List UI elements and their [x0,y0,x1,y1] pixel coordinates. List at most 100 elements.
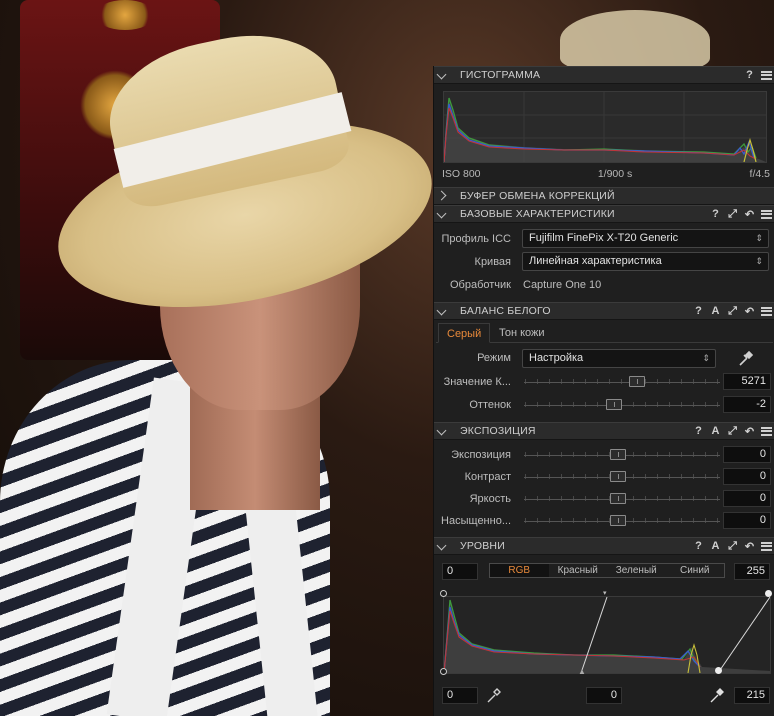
reset-icon[interactable]: ↶ [741,425,758,438]
wb-mode-select[interactable]: Настройка ⇕ [522,349,716,368]
reset-icon[interactable]: ↶ [741,208,758,221]
histogram-graph [443,91,767,163]
levels-output-high-handle[interactable] [715,667,722,674]
saturation-label: Насыщенно... [441,515,511,527]
updown-arrows-icon: ⇕ [755,256,763,266]
wb-mode-label: Режим [477,352,511,364]
help-icon[interactable]: ? [707,208,724,220]
chevron-down-icon[interactable] [438,541,452,551]
black-point-picker-icon[interactable] [484,685,504,705]
levels-input-low-handle[interactable] [440,590,447,597]
section-title: БАЛАНС БЕЛОГО [460,305,551,317]
saturation-slider-knob[interactable] [610,515,626,526]
menu-icon[interactable] [758,208,774,220]
wb-mode-value: Настройка [529,352,584,364]
exposure-header[interactable]: ЭКСПОЗИЦИЯ ? A ⤢ ↶ [434,422,774,440]
photo-background-hat [560,10,710,70]
reset-icon[interactable]: ↶ [741,305,758,318]
base-characteristics-header[interactable]: БАЗОВЫЕ ХАРАКТЕРИСТИКИ ? ⤢ ↶ [434,205,774,223]
menu-icon[interactable] [758,425,774,437]
tint-label: Оттенок [469,399,511,411]
exposure-value[interactable]: 0 [723,446,771,463]
tint-slider[interactable] [524,405,720,406]
tint-slider-knob[interactable] [606,399,622,410]
white-point-picker-icon[interactable] [707,685,727,705]
levels-output-low-handle[interactable] [440,668,447,675]
clipboard-header[interactable]: БУФЕР ОБМЕНА КОРРЕКЦИЙ [434,187,774,205]
kelvin-value[interactable]: 5271 [723,373,771,390]
wb-tabs: Серый Тон кожи [436,323,773,343]
icc-profile-label: Профиль ICC [441,233,512,245]
channel-red[interactable]: Красный [549,564,608,577]
channel-rgb[interactable]: RGB [490,564,549,577]
expand-icon[interactable]: ⤢ [724,425,741,438]
help-icon[interactable]: ? [690,425,707,437]
help-icon[interactable]: ? [690,540,707,552]
exif-readout: ISO 800 1/900 s f/4.5 [442,168,770,180]
levels-channel-selector: RGB Красный Зеленый Синий [489,563,725,578]
levels-input-low[interactable]: 0 [442,563,478,580]
tab-gray[interactable]: Серый [438,323,491,343]
contrast-label: Контраст [464,471,511,483]
levels-graph[interactable] [443,596,771,674]
chevron-right-icon[interactable] [438,191,452,201]
photo-lamp [95,0,155,30]
curve-label: Кривая [474,256,511,268]
auto-icon[interactable]: A [707,540,724,552]
chevron-down-icon[interactable] [438,70,452,80]
section-title: ГИСТОГРАММА [460,69,541,81]
curve-value: Линейная характеристика [529,255,662,267]
levels-header[interactable]: УРОВНИ ? A ⤢ ↶ [434,537,774,555]
icc-profile-value: Fujifilm FinePix X-T20 Generic [529,232,679,244]
chevron-down-icon[interactable] [438,209,452,219]
levels-input-high-handle[interactable] [765,590,772,597]
white-balance-header[interactable]: БАЛАНС БЕЛОГО ? A ⤢ ↶ [434,302,774,320]
chevron-down-icon[interactable] [438,306,452,316]
help-icon[interactable]: ? [741,69,758,81]
levels-input-high[interactable]: 255 [734,563,770,580]
expand-icon[interactable]: ⤢ [724,305,741,318]
expand-icon[interactable]: ⤢ [724,540,741,553]
exposure-slider-knob[interactable] [610,449,626,460]
brightness-slider-knob[interactable] [610,493,626,504]
menu-icon[interactable] [758,540,774,552]
contrast-slider-knob[interactable] [610,471,626,482]
kelvin-label: Значение К... [443,376,511,388]
levels-output-low[interactable]: 0 [442,687,478,704]
menu-icon[interactable] [758,69,774,81]
channel-green[interactable]: Зеленый [607,564,666,577]
levels-mid-marker[interactable]: ▲ [578,667,586,676]
brightness-value[interactable]: 0 [723,490,771,507]
kelvin-slider[interactable] [524,382,720,383]
menu-icon[interactable] [758,305,774,317]
auto-icon[interactable]: A [707,305,724,317]
section-title: БАЗОВЫЕ ХАРАКТЕРИСТИКИ [460,208,615,220]
contrast-value[interactable]: 0 [723,468,771,485]
levels-curves [443,596,771,674]
wb-picker-icon[interactable] [736,348,756,368]
histogram-curves [443,92,766,163]
brightness-label: Яркость [469,493,511,505]
tint-value[interactable]: -2 [723,396,771,413]
levels-midpoint-handle[interactable]: ▾ [603,589,607,597]
section-title: БУФЕР ОБМЕНА КОРРЕКЦИЙ [460,190,615,202]
channel-blue[interactable]: Синий [666,564,725,577]
help-icon[interactable]: ? [690,305,707,317]
updown-arrows-icon: ⇕ [702,353,710,363]
levels-output-high[interactable]: 215 [734,687,770,704]
kelvin-slider-knob[interactable] [629,376,645,387]
saturation-value[interactable]: 0 [723,512,771,529]
histogram-header[interactable]: ГИСТОГРАММА ? [434,66,774,84]
chevron-down-icon[interactable] [438,426,452,436]
expand-icon[interactable]: ⤢ [724,208,741,221]
exposure-label: Экспозиция [451,449,511,461]
shutter-value: 1/900 s [597,168,633,180]
icc-profile-select[interactable]: Fujifilm FinePix X-T20 Generic ⇕ [522,229,769,248]
section-title: ЭКСПОЗИЦИЯ [460,425,536,437]
curve-select[interactable]: Линейная характеристика ⇕ [522,252,769,271]
tab-skin-tone[interactable]: Тон кожи [491,323,553,343]
levels-midpoint-value[interactable]: 0 [586,687,622,704]
auto-icon[interactable]: A [707,425,724,437]
engine-label: Обработчик [450,279,511,291]
reset-icon[interactable]: ↶ [741,540,758,553]
